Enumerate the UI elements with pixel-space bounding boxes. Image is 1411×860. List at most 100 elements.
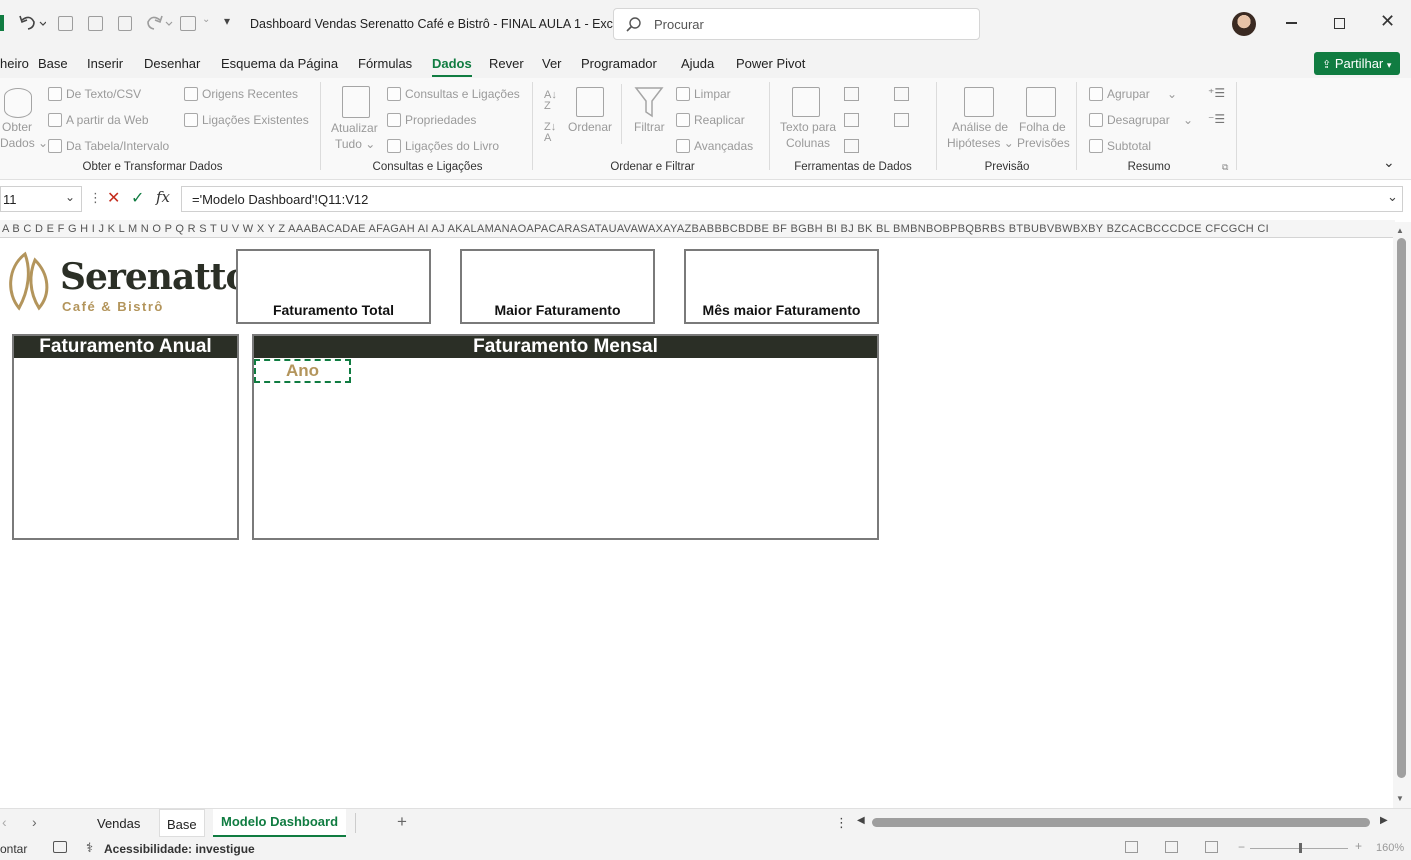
tab-page-layout[interactable]: Esquema da Página (221, 56, 338, 71)
year-cell[interactable]: Ano (254, 359, 351, 383)
page-layout-view-icon[interactable] (1165, 841, 1178, 853)
macro-record-icon[interactable] (53, 841, 67, 853)
what-if-label1[interactable]: Análise de (952, 120, 1008, 134)
data-validation-icon[interactable] (844, 139, 859, 153)
advanced-button[interactable]: Avançadas (676, 139, 753, 153)
flash-fill-icon[interactable] (844, 87, 859, 101)
filter-button[interactable]: Filtrar (634, 120, 665, 134)
show-detail-icon[interactable]: ⁺☰ (1208, 86, 1225, 100)
text-to-columns-label1[interactable]: Texto para (780, 120, 836, 134)
scroll-down-icon[interactable]: ▼ (1396, 794, 1404, 803)
scroll-up-icon[interactable]: ▲ (1396, 226, 1404, 235)
data-model-icon[interactable] (894, 113, 909, 127)
subtotal-button[interactable]: Subtotal (1089, 139, 1151, 153)
refresh-all-label1[interactable]: Atualizar (331, 121, 378, 135)
existing-connections-button[interactable]: Ligações Existentes (184, 113, 309, 127)
forecast-sheet-label2[interactable]: Previsões (1017, 136, 1070, 150)
restore-icon[interactable] (1334, 18, 1345, 29)
sort-za-icon[interactable]: Z↓ A (544, 122, 556, 144)
search-box[interactable]: Procurar (613, 8, 980, 40)
tab-base[interactable]: Base (38, 56, 68, 71)
copy-icon[interactable] (118, 16, 132, 31)
remove-duplicates-icon[interactable] (844, 113, 859, 127)
undo-icon[interactable] (18, 14, 46, 34)
tab-help[interactable]: Ajuda (681, 56, 714, 71)
collapse-ribbon-icon[interactable]: ⌄ (1383, 154, 1395, 171)
horizontal-scrollbar-thumb[interactable] (872, 818, 1370, 827)
text-to-columns-label2[interactable]: Colunas (786, 136, 830, 150)
scroll-right-icon[interactable]: ▶ (1380, 815, 1388, 826)
from-web-button[interactable]: A partir da Web (48, 113, 149, 127)
group-label-forecast: Previsão (984, 161, 1030, 173)
ungroup-button[interactable]: Desagrupar ⌄ (1089, 113, 1193, 127)
tab-file[interactable]: heiro (0, 56, 29, 71)
tab-review[interactable]: Rever (489, 56, 524, 71)
scroll-left-icon[interactable]: ◀ (857, 815, 865, 826)
next-sheet-icon[interactable]: › (32, 814, 37, 830)
customize-toolbar-icon[interactable]: ▾ (224, 14, 230, 28)
insert-function-icon[interactable]: fx (156, 188, 170, 206)
table-format-icon[interactable] (180, 16, 196, 31)
dialog-launcher-icon[interactable]: ⧉ (1222, 162, 1228, 173)
clear-button[interactable]: Limpar (676, 87, 731, 101)
name-box[interactable]: 11 ⌄ (0, 186, 82, 212)
queries-connections-button[interactable]: Consultas e Ligações (387, 87, 520, 101)
tab-formulas[interactable]: Fórmulas (358, 56, 412, 71)
group-button[interactable]: Agrupar ⌄ (1089, 87, 1177, 101)
chevron-down-icon[interactable]: ⌄ (202, 14, 210, 25)
forecast-sheet-label1[interactable]: Folha de (1019, 120, 1066, 134)
excel-logo-icon (0, 15, 4, 31)
sheet-tab-base[interactable]: Base (159, 809, 205, 837)
tab-developer[interactable]: Programador (581, 56, 657, 71)
from-text-csv-button[interactable]: De Texto/CSV (48, 87, 141, 101)
get-data-label1[interactable]: Obter (2, 120, 32, 134)
zoom-slider-thumb[interactable] (1299, 843, 1302, 853)
share-button[interactable]: ⇪ Partilhar ▾ (1314, 52, 1400, 75)
tab-insert[interactable]: Inserir (87, 56, 123, 71)
vertical-scrollbar[interactable]: ▲ ▼ (1393, 222, 1411, 808)
properties-button[interactable]: Propriedades (387, 113, 476, 127)
from-table-button[interactable]: Da Tabela/Intervalo (48, 139, 169, 153)
refresh-all-label2[interactable]: Tudo ⌄ (335, 137, 375, 151)
sheet-tab-modelo-dashboard[interactable]: Modelo Dashboard (213, 809, 347, 837)
consolidate-icon[interactable] (894, 87, 909, 101)
reapply-button[interactable]: Reaplicar (676, 113, 745, 127)
minimize-icon[interactable] (1286, 22, 1297, 24)
redo-icon[interactable] (146, 14, 174, 34)
expand-formula-icon[interactable]: ⌄ (1387, 189, 1398, 205)
tab-view[interactable]: Ver (542, 56, 562, 71)
ribbon-tabs: heiro Base Inserir Desenhar Esquema da P… (0, 48, 1411, 78)
formula-input[interactable]: ='Modelo Dashboard'!Q11:V12 ⌄ (181, 186, 1403, 212)
recent-sources-button[interactable]: Origens Recentes (184, 87, 298, 101)
sort-button[interactable]: Ordenar (568, 120, 612, 134)
page-break-view-icon[interactable] (1205, 841, 1218, 853)
tab-data[interactable]: Dados (432, 56, 472, 77)
tab-draw[interactable]: Desenhar (144, 56, 200, 71)
prev-sheet-icon[interactable]: ‹ (2, 814, 7, 830)
tab-power-pivot[interactable]: Power Pivot (736, 56, 805, 71)
sort-az-icon[interactable]: A↓ Z (544, 90, 557, 112)
close-icon[interactable]: ✕ (1380, 11, 1395, 32)
zoom-in-icon[interactable]: + (1355, 839, 1362, 853)
column-headers[interactable]: A B C D E F G H I J K L M N O P Q R S T … (0, 220, 1395, 238)
more-options-icon[interactable]: ⋮ (835, 815, 848, 831)
cancel-icon[interactable]: ✕ (107, 188, 120, 208)
hide-detail-icon[interactable]: ⁻☰ (1208, 112, 1225, 126)
what-if-label2[interactable]: Hipóteses ⌄ (947, 136, 1014, 150)
zoom-level[interactable]: 160% (1376, 842, 1404, 854)
scrollbar-thumb[interactable] (1397, 238, 1406, 778)
text-to-columns-icon (792, 87, 820, 117)
save-as-icon[interactable] (88, 16, 103, 31)
save-icon[interactable] (58, 16, 73, 31)
workbook-links-button[interactable]: Ligações do Livro (387, 139, 499, 153)
add-sheet-icon[interactable]: + (397, 812, 407, 832)
zoom-out-icon[interactable]: − (1238, 840, 1245, 854)
accessibility-status[interactable]: Acessibilidade: investigue (104, 842, 255, 856)
get-data-label2[interactable]: Dados ⌄ (0, 136, 48, 150)
worksheet[interactable]: Serenatto Café & Bistrô Faturamento Tota… (0, 238, 1393, 808)
group-separator (1236, 82, 1237, 170)
normal-view-icon[interactable] (1125, 841, 1138, 853)
sheet-tab-vendas[interactable]: Vendas (97, 816, 140, 831)
enter-icon[interactable]: ✓ (131, 188, 144, 208)
avatar[interactable] (1232, 12, 1256, 36)
